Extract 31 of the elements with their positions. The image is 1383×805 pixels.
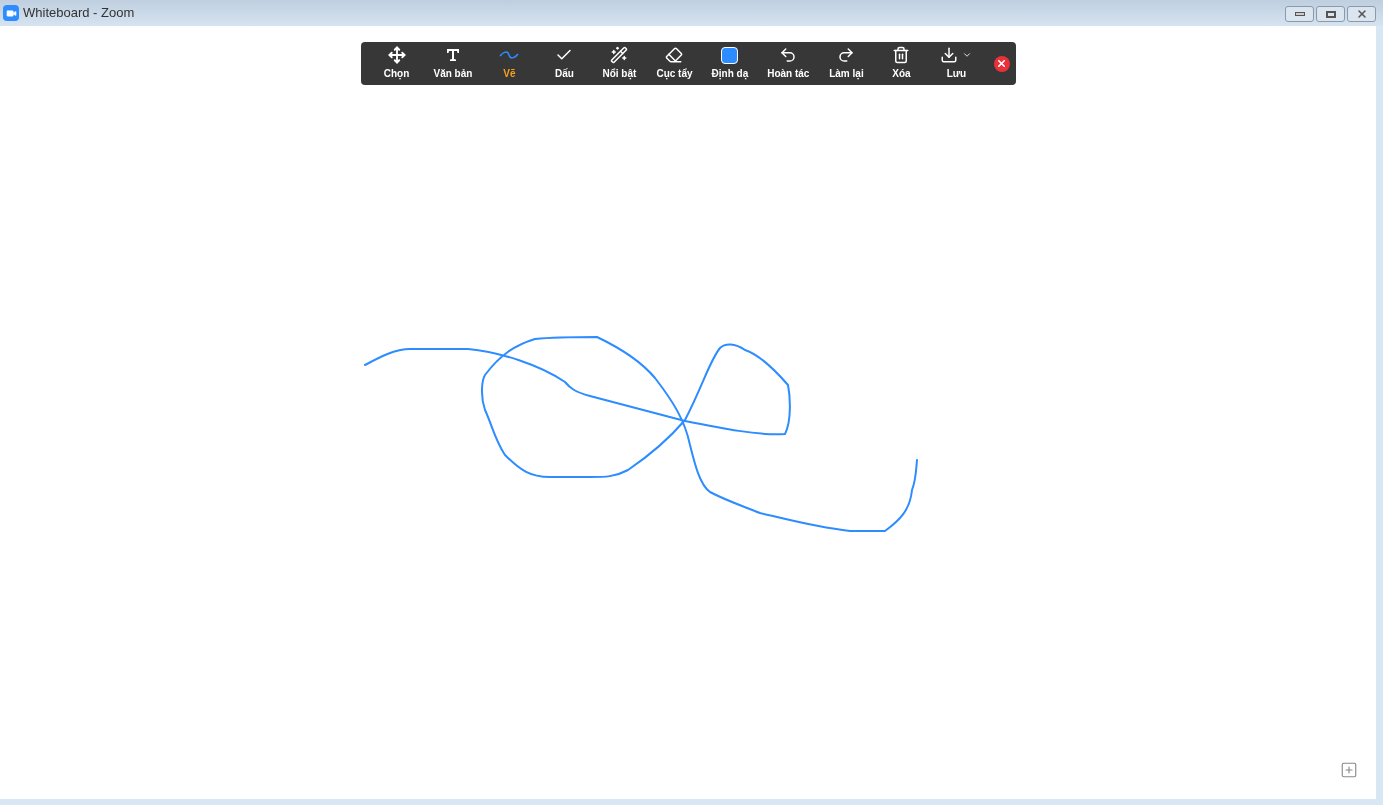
toolbar-tool[interactable]: Dấu <box>542 44 587 83</box>
color-square-icon <box>721 46 739 64</box>
toolbar-tool[interactable]: Văn bản <box>429 44 477 83</box>
caret-icon <box>962 50 973 60</box>
wave-line-icon <box>499 50 520 60</box>
toolbar-tool[interactable]: Hoàn tác <box>763 44 814 83</box>
download-tray-icon <box>940 46 959 64</box>
whiteboard-canvas[interactable]: Chọn Văn bản Vẽ Dấu Nổi bật Cục tẩy Định dạ Hoàn tác Làm lại Xóa Lưu <box>0 26 1376 799</box>
move-arrows-icon <box>387 46 406 64</box>
eraser-icon <box>665 46 684 64</box>
magic-wand-icon <box>610 46 629 64</box>
window-title: Whiteboard - Zoom <box>23 4 135 23</box>
toolbar-tool[interactable]: Lưu <box>934 44 979 83</box>
new-page-icon[interactable] <box>1340 761 1358 779</box>
toolbar-tool[interactable]: Vẽ <box>487 44 532 83</box>
restore-button[interactable] <box>1316 6 1345 22</box>
trash-icon <box>892 46 911 64</box>
close-icon <box>1355 8 1368 20</box>
camera-app-icon <box>3 5 19 21</box>
undo-icon <box>779 46 798 64</box>
toolbar-tool[interactable]: Xóa <box>879 44 924 83</box>
close-button[interactable] <box>1347 6 1376 22</box>
toolbar-tool[interactable]: Làm lại <box>824 44 869 83</box>
redo-icon <box>837 46 856 64</box>
toolbar-tool[interactable]: Nổi bật <box>597 44 642 83</box>
toolbar-tool[interactable]: Cục tẩy <box>652 44 697 83</box>
close-toolbar-button[interactable] <box>993 55 1010 72</box>
close-icon <box>996 58 1007 69</box>
toolbar-tool[interactable]: Chọn <box>374 44 419 83</box>
toolbar-tool[interactable]: Định dạ <box>707 44 753 83</box>
minimize-button[interactable] <box>1285 6 1314 22</box>
